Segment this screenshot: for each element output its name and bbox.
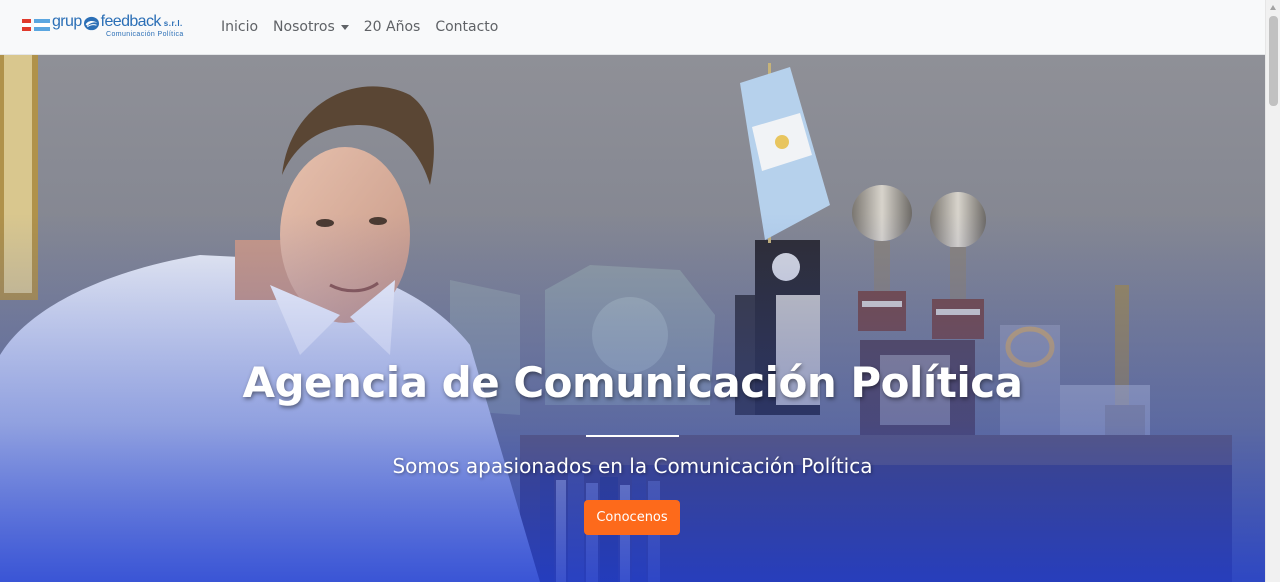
nav-item-inicio[interactable]: Inicio (221, 17, 258, 37)
hero-section: Agencia de Comunicación Política Somos a… (0, 55, 1265, 582)
nav-item-nosotros-label: Nosotros (273, 19, 335, 35)
main-nav: Inicio Nosotros 20 Años Contacto (221, 17, 498, 37)
brand-name-part2: feedback (100, 13, 162, 30)
brand-name-part1: grup (52, 13, 82, 30)
swirl-logo-icon (83, 16, 99, 30)
scroll-up-arrow-icon[interactable] (1270, 5, 1276, 10)
nav-item-nosotros[interactable]: Nosotros (273, 17, 349, 37)
flag-icon (22, 19, 50, 31)
brand-logo[interactable]: grup feedback s.r.l. Comunicación Políti… (22, 13, 194, 41)
nav-item-20-anos[interactable]: 20 Años (364, 17, 421, 37)
brand-tagline: Comunicación Política (106, 31, 184, 38)
hero-title: Agencia de Comunicación Política (242, 358, 1023, 407)
navbar: grup feedback s.r.l. Comunicación Políti… (0, 0, 1265, 55)
hero-divider (586, 435, 679, 437)
hero-subtitle: Somos apasionados en la Comunicación Pol… (392, 454, 873, 478)
brand-name: grup feedback s.r.l. (52, 13, 183, 33)
nav-item-contacto[interactable]: Contacto (435, 17, 498, 37)
brand-suffix: s.r.l. (163, 19, 183, 28)
caret-down-icon (340, 24, 349, 30)
conocenos-button[interactable]: Conocenos (584, 500, 680, 535)
page-scrollbar[interactable] (1265, 0, 1280, 582)
scrollbar-thumb[interactable] (1269, 16, 1278, 106)
